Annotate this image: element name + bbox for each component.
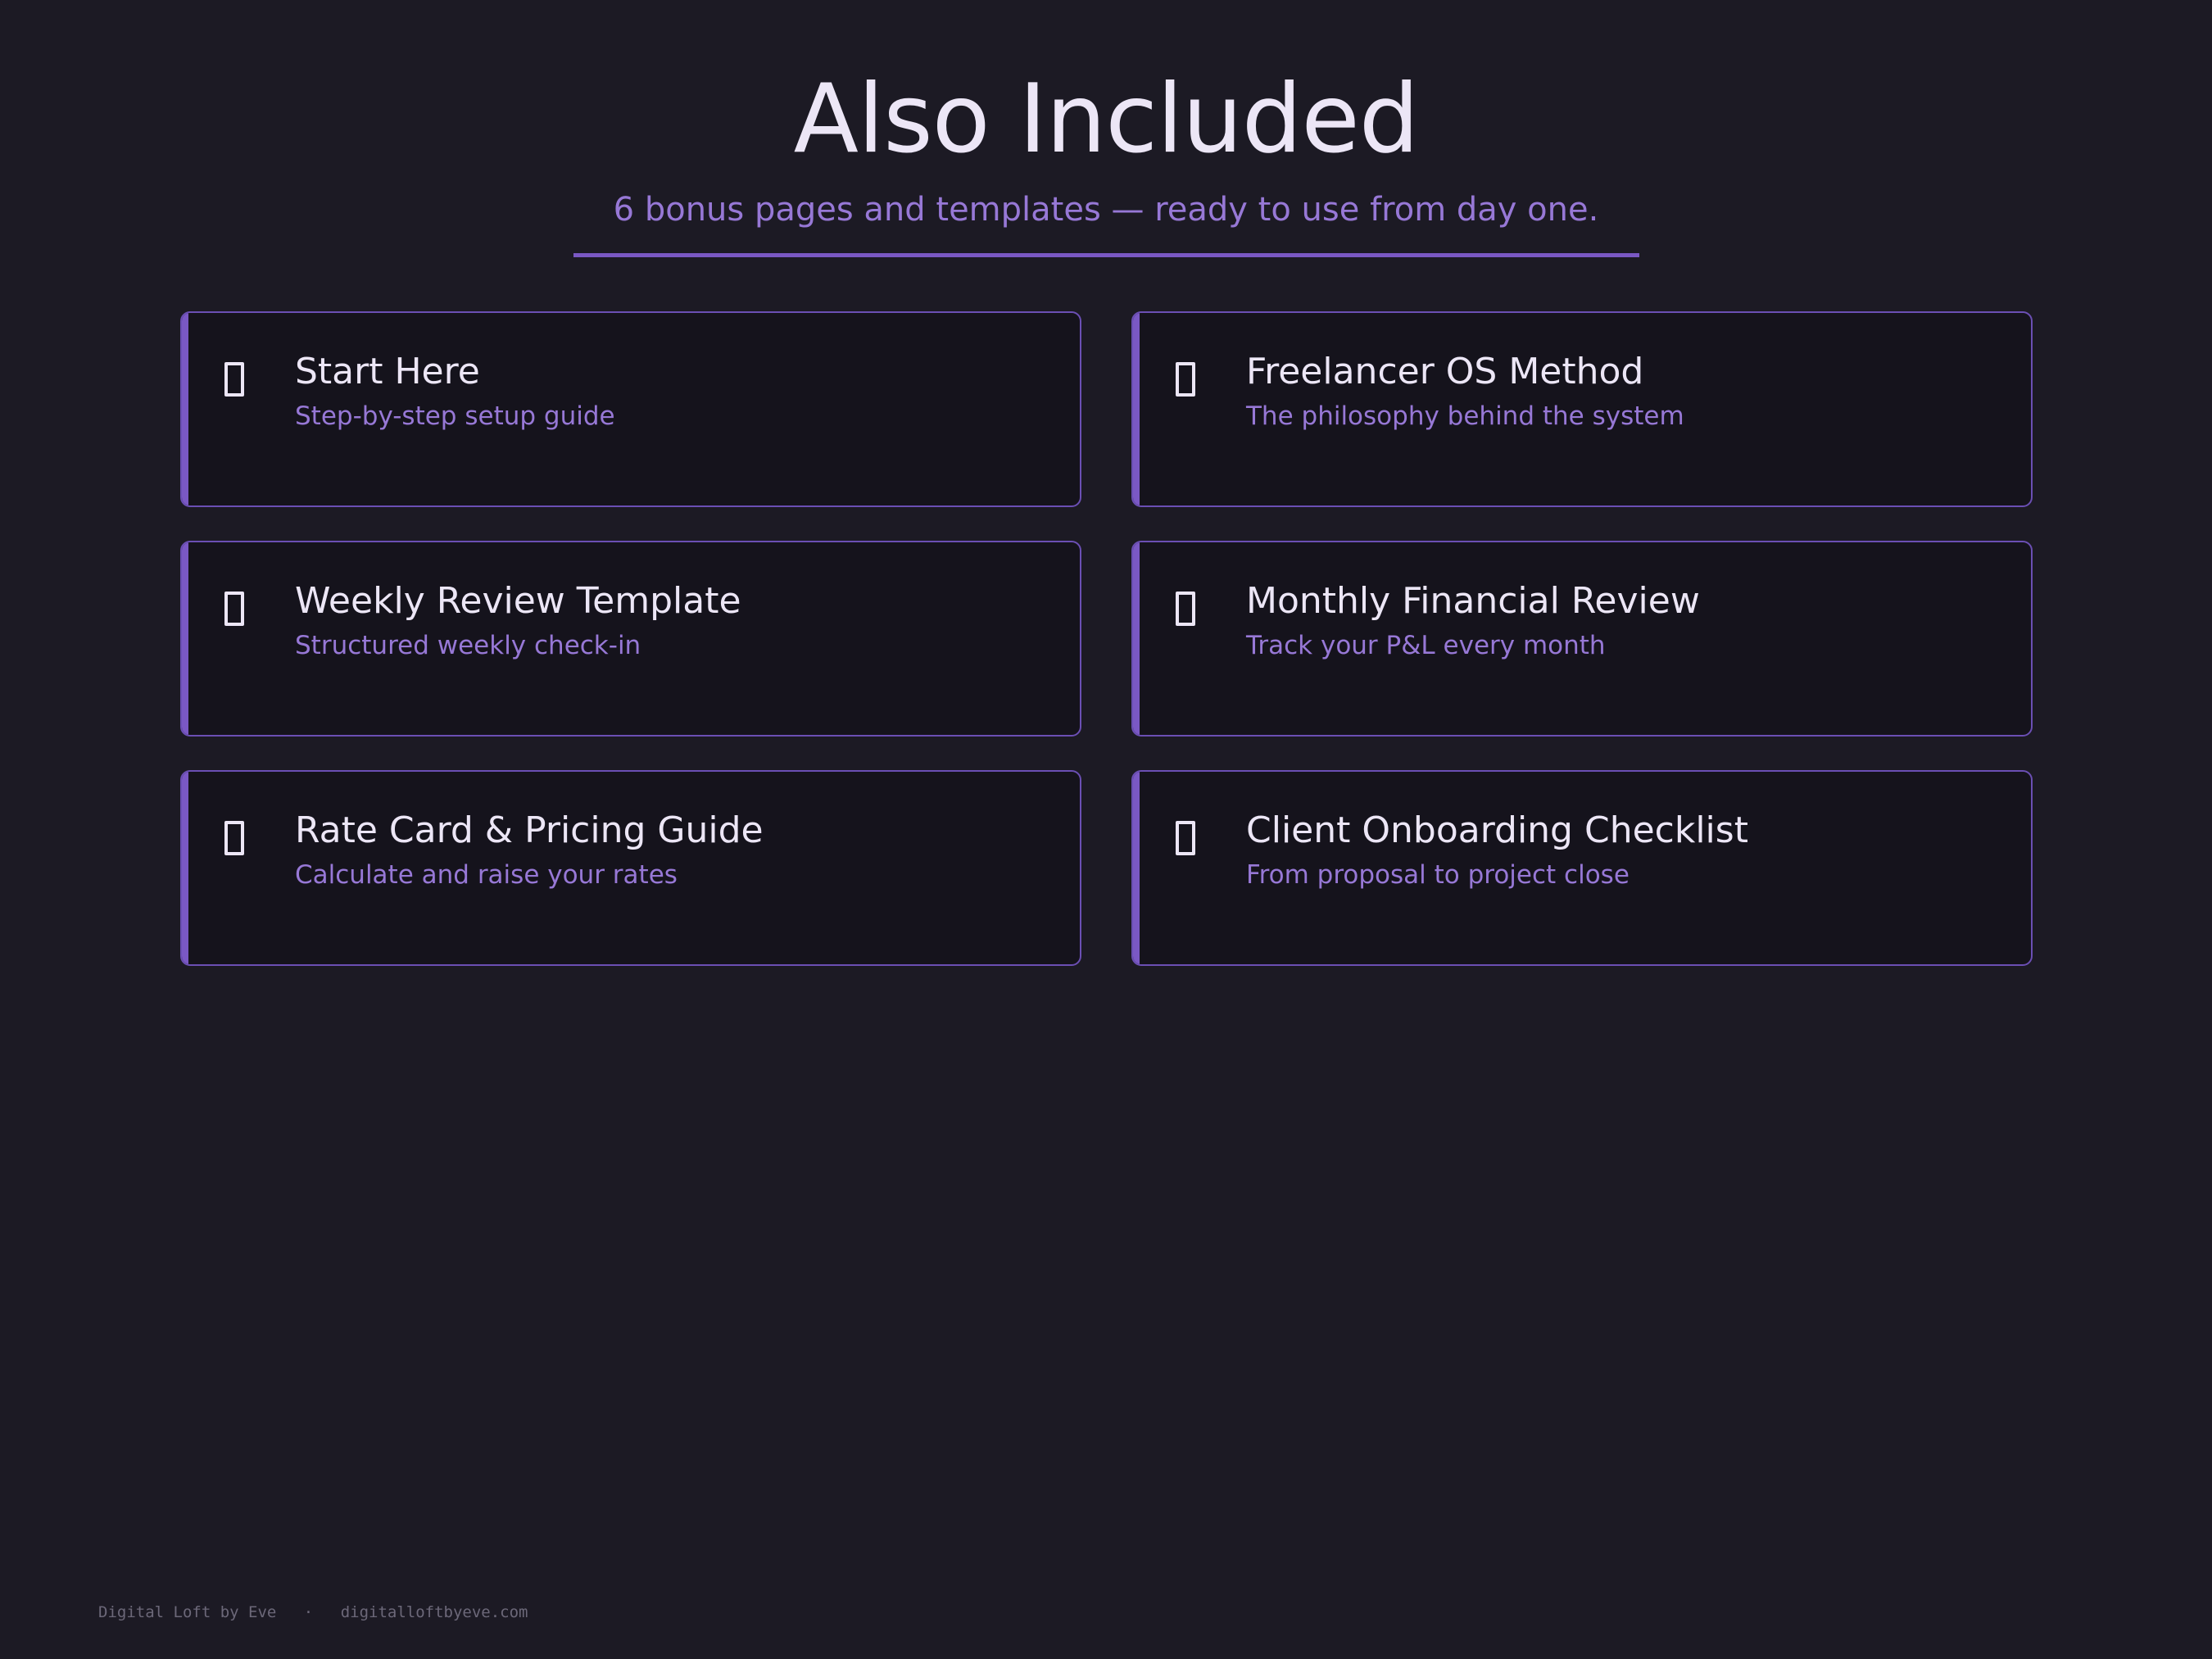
page-icon (224, 362, 244, 397)
page-icon (224, 592, 244, 626)
card-description: Track your P&L every month (1246, 631, 1606, 660)
footer-separator: · (303, 1603, 314, 1621)
page-icon (1176, 362, 1195, 397)
bonus-card-freelancer-os-method[interactable]: Freelancer OS Method The philosophy behi… (1131, 311, 2033, 507)
card-accent-bar (1133, 772, 1140, 964)
card-accent-bar (182, 542, 188, 735)
page-subtitle: 6 bonus pages and templates — ready to u… (613, 191, 1599, 229)
footer-url[interactable]: digitalloftbyeve.com (341, 1603, 528, 1621)
card-title: Monthly Financial Review (1246, 580, 1700, 622)
page-title: Also Included (793, 64, 1420, 175)
page-footer: Digital Loft by Eve · digitalloftbyeve.c… (98, 1602, 528, 1623)
card-title: Freelancer OS Method (1246, 351, 1644, 392)
card-description: Step-by-step setup guide (295, 401, 615, 431)
card-description: Calculate and raise your rates (295, 860, 678, 890)
bonus-card-client-onboarding-checklist[interactable]: Client Onboarding Checklist From proposa… (1131, 770, 2033, 966)
card-title: Rate Card & Pricing Guide (295, 809, 764, 851)
bonus-cards-grid: Start Here Step-by-step setup guide Free… (180, 311, 2033, 968)
page-icon (1176, 592, 1195, 626)
card-accent-bar (1133, 313, 1140, 505)
card-description: The philosophy behind the system (1246, 401, 1684, 431)
page-icon (224, 821, 244, 855)
card-accent-bar (182, 313, 188, 505)
bonus-card-monthly-financial-review[interactable]: Monthly Financial Review Track your P&L … (1131, 541, 2033, 737)
bonus-card-rate-card-pricing-guide[interactable]: Rate Card & Pricing Guide Calculate and … (180, 770, 1081, 966)
card-description: Structured weekly check-in (295, 631, 641, 660)
card-title: Weekly Review Template (295, 580, 741, 622)
bonus-card-weekly-review-template[interactable]: Weekly Review Template Structured weekly… (180, 541, 1081, 737)
card-accent-bar (1133, 542, 1140, 735)
card-accent-bar (182, 772, 188, 964)
card-title: Client Onboarding Checklist (1246, 809, 1748, 851)
card-title: Start Here (295, 351, 480, 392)
title-underline (573, 253, 1639, 257)
bonus-card-start-here[interactable]: Start Here Step-by-step setup guide (180, 311, 1081, 507)
page-icon (1176, 821, 1195, 855)
footer-brand: Digital Loft by Eve (98, 1603, 277, 1621)
card-description: From proposal to project close (1246, 860, 1630, 890)
